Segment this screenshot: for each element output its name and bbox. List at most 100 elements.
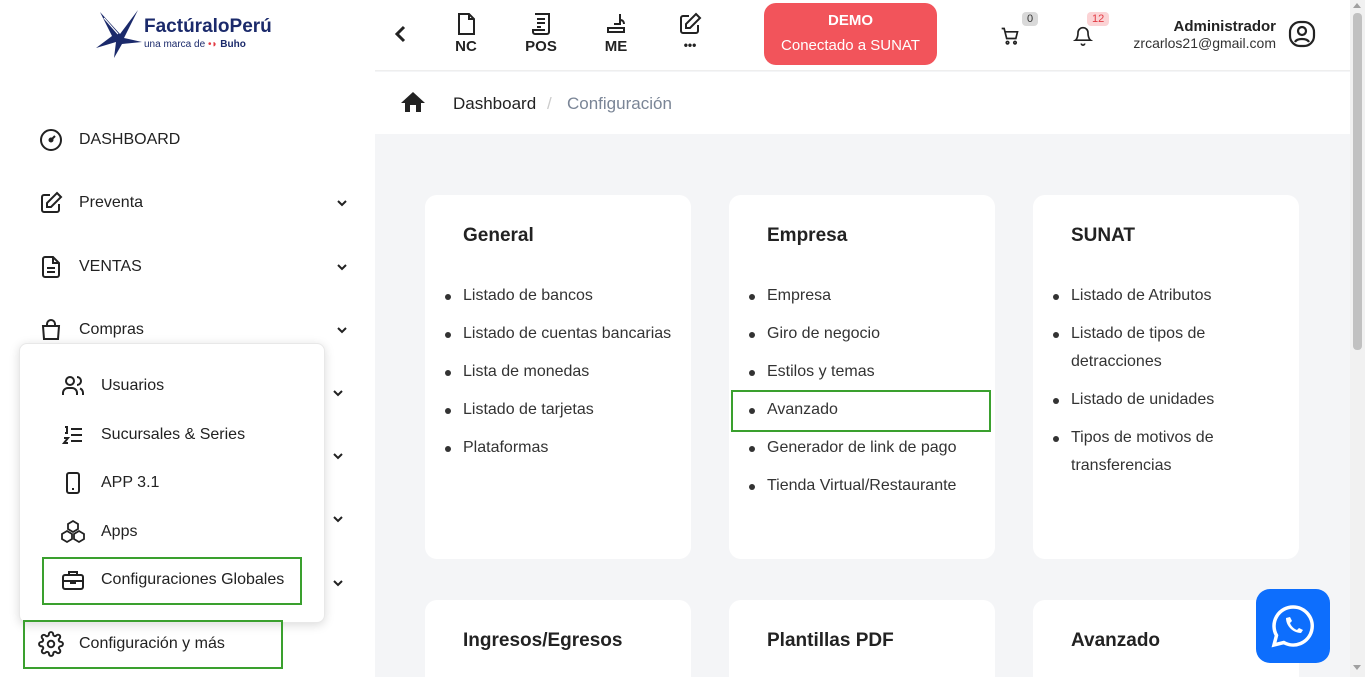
users-icon: [60, 373, 86, 399]
speedometer-icon: [38, 127, 64, 153]
scroll-down-arrow-icon[interactable]: [1353, 665, 1361, 670]
scroll-thumb[interactable]: [1353, 13, 1362, 350]
pos-button[interactable]: POS: [516, 12, 566, 55]
list-item[interactable]: Tienda Virtual/Restaurante: [749, 472, 977, 500]
sidebar-item-preventa[interactable]: Preventa: [38, 188, 348, 218]
card-empresa: Empresa Empresa Giro de negocio Estilos …: [729, 195, 995, 559]
scroll-up-arrow-icon[interactable]: [1353, 3, 1361, 8]
scrollbar[interactable]: [1350, 0, 1365, 677]
whatsapp-button[interactable]: [1256, 589, 1330, 663]
edit-icon: [680, 12, 702, 34]
user-info[interactable]: Administrador zrcarlos21@gmail.com: [1133, 18, 1276, 51]
list-item[interactable]: Estilos y temas: [749, 358, 977, 386]
submenu-item-label: Sucursales & Series: [101, 426, 246, 443]
sidebar-item-ventas[interactable]: VENTAS: [38, 252, 348, 282]
card-plantillas-pdf: Plantillas PDF: [729, 600, 995, 677]
sidebar-item-label: Preventa: [79, 194, 144, 211]
cubes-icon: [60, 519, 86, 545]
card-title: Empresa: [767, 225, 848, 246]
chevron-left-icon[interactable]: [393, 24, 409, 44]
cart-count-badge: 0: [1022, 12, 1039, 26]
list-item[interactable]: Listado de bancos: [445, 282, 673, 310]
chevron-down-icon: [337, 327, 347, 334]
me-label: ME: [604, 38, 628, 55]
submenu-item-sucursales[interactable]: Sucursales & Series: [60, 420, 245, 450]
card-title: Avanzado: [1071, 630, 1161, 651]
chevron-down-icon[interactable]: [332, 577, 344, 589]
pencil-square-icon: [38, 190, 64, 216]
chevron-down-icon[interactable]: [332, 450, 344, 462]
card-ingresos-egresos: Ingresos/Egresos: [425, 600, 691, 677]
sidebar-item-compras[interactable]: Compras: [38, 315, 348, 345]
bell-icon[interactable]: [1073, 26, 1093, 46]
list-item[interactable]: Lista de monedas: [445, 358, 673, 386]
brand-logo[interactable]: FactúraloPerú una marca de •◗ Buho: [94, 8, 294, 63]
breadcrumb-dashboard[interactable]: Dashboard: [453, 94, 536, 114]
sidebar: FactúraloPerú una marca de •◗ Buho DASHB…: [0, 0, 375, 677]
sidebar-item-label: DASHBOARD: [79, 131, 181, 148]
submenu-item-apps[interactable]: Apps: [60, 517, 137, 547]
whatsapp-icon: [1271, 605, 1314, 648]
demo-label: DEMO: [828, 12, 873, 29]
sidebar-item-dashboard[interactable]: DASHBOARD: [38, 125, 348, 155]
note-icon: [458, 13, 475, 35]
breadcrumb: Dashboard / Configuración: [375, 72, 1350, 134]
brand-tagline: una marca de •◗ Buho: [144, 39, 246, 50]
list-item[interactable]: Listado de tarjetas: [445, 396, 673, 424]
list-item[interactable]: Listado de Atributos: [1053, 282, 1261, 310]
list-item[interactable]: Listado de cuentas bancarias: [445, 320, 673, 348]
sidebar-item-label: Compras: [79, 321, 144, 338]
chevron-down-icon: [337, 264, 347, 271]
stamp-icon: [607, 14, 625, 33]
list-item[interactable]: Plataformas: [445, 434, 673, 462]
demo-sunat-button[interactable]: DEMO Conectado a SUNAT: [764, 3, 937, 65]
submenu-item-label: APP 3.1: [101, 474, 160, 491]
nc-button[interactable]: NC: [441, 12, 491, 55]
list-item[interactable]: Generador de link de pago: [749, 434, 977, 462]
breadcrumb-separator: /: [547, 94, 552, 113]
submenu-item-app[interactable]: APP 3.1: [60, 468, 159, 498]
home-icon[interactable]: [399, 90, 427, 114]
card-sunat: SUNAT Listado de Atributos Listado de ti…: [1033, 195, 1299, 559]
breadcrumb-configuracion: Configuración: [567, 94, 672, 113]
user-name: Administrador: [1173, 18, 1276, 35]
submenu-item-label: Apps: [101, 523, 138, 540]
list-item[interactable]: Empresa: [749, 282, 977, 310]
sidebar-item-label: VENTAS: [79, 258, 142, 275]
card-title: Ingresos/Egresos: [463, 630, 623, 651]
more-label: •••: [683, 38, 697, 52]
chevron-down-icon[interactable]: [332, 513, 344, 525]
card-list: Listado de bancos Listado de cuentas ban…: [445, 282, 673, 472]
list-item[interactable]: Listado de tipos de detracciones: [1053, 320, 1261, 376]
card-title: General: [463, 225, 534, 246]
submenu-item-label: Usuarios: [101, 377, 165, 394]
receipt-icon: [532, 13, 550, 35]
list-item[interactable]: Tipos de motivos de transferencias: [1053, 424, 1261, 480]
user-email: zrcarlos21@gmail.com: [1133, 35, 1276, 51]
notification-count-badge: 12: [1087, 12, 1110, 26]
tagline-brand: Buho: [220, 39, 246, 50]
sunat-status: Conectado a SUNAT: [781, 37, 920, 54]
numbered-list-icon: [60, 422, 86, 448]
highlight-box: [731, 390, 991, 432]
list-item[interactable]: Listado de unidades: [1053, 386, 1261, 414]
nc-label: NC: [455, 38, 477, 55]
card-title: SUNAT: [1071, 225, 1136, 246]
list-item[interactable]: Giro de negocio: [749, 320, 977, 348]
chevron-down-icon[interactable]: [332, 387, 344, 399]
buho-mark-icon: •◗: [207, 39, 218, 50]
me-button[interactable]: ME: [591, 12, 641, 55]
brand-name: FactúraloPerú: [144, 16, 272, 37]
mobile-phone-icon: [60, 470, 86, 496]
pos-label: POS: [525, 38, 557, 55]
card-title: Plantillas PDF: [767, 630, 894, 651]
user-avatar-icon[interactable]: [1288, 20, 1316, 48]
cart-icon[interactable]: [1000, 26, 1020, 46]
bird-logo-icon: [96, 10, 142, 58]
card-general: General Listado de bancos Listado de cue…: [425, 195, 691, 559]
submenu-item-usuarios[interactable]: Usuarios: [60, 371, 164, 401]
top-bar: NC POS ME ••• DEMO Conectado a SUNAT 0 1…: [375, 0, 1350, 71]
more-button[interactable]: •••: [665, 12, 715, 52]
highlight-box: [42, 557, 302, 605]
tagline-prefix: una marca de: [144, 39, 206, 50]
